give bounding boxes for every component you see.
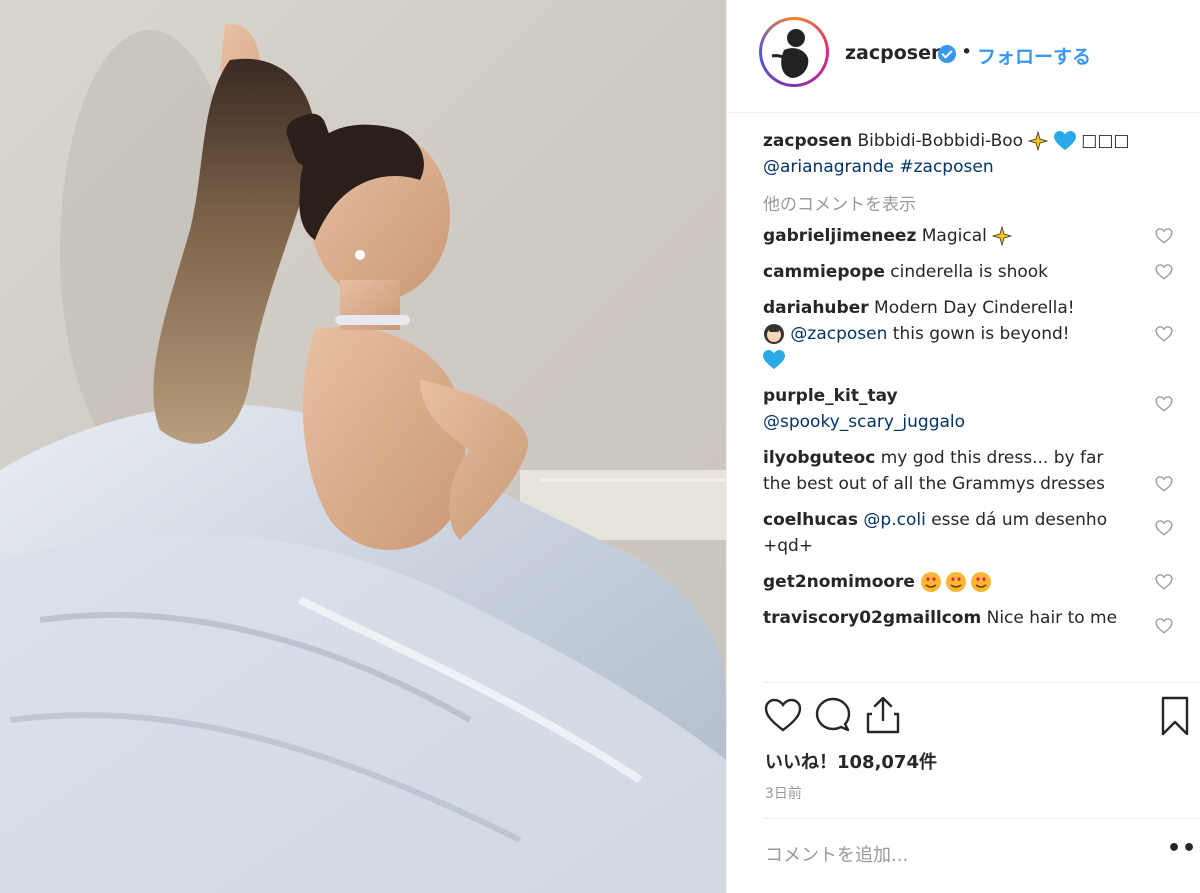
caption-hashtag[interactable]: #zacposen [899, 157, 993, 177]
avatar-illustration-icon [771, 29, 809, 78]
load-more-comments-link[interactable]: 他のコメントを表示 [763, 190, 1173, 215]
comment-row: gabrieljimeneez Magical [763, 223, 1173, 249]
comment-text: Modern Day Cinderella! [874, 298, 1075, 318]
blue-heart-icon [1053, 131, 1076, 150]
sparkles-icon [1028, 131, 1049, 151]
heart-eyes-emoji-icon [921, 572, 992, 592]
comment-text: Nice hair to me [986, 608, 1118, 628]
post-side-panel: zacposen • フォローする zacposen Bibbidi-Bobbi… [726, 0, 1200, 893]
more-options-button[interactable]: ••• [1167, 836, 1200, 861]
comment-row: purple_kit_tay @spooky_scary_juggalo [763, 383, 1173, 435]
heart-icon[interactable] [763, 694, 803, 738]
comment-username[interactable]: dariahuber [763, 298, 869, 318]
like-label: いいね！ [765, 752, 837, 773]
woman-emoji-icon [764, 324, 784, 344]
comment-username[interactable]: gabrieljimeneez [763, 226, 916, 246]
comment-row: dariahuber Modern Day Cinderella! @zacpo… [763, 295, 1173, 373]
post-header: zacposen • フォローする [727, 0, 1200, 113]
add-comment-input[interactable] [765, 842, 1145, 868]
post-photo[interactable] [0, 0, 726, 893]
comments-list[interactable]: zacposen Bibbidi-Bobbidi-Boo □□□ @ariana… [763, 128, 1173, 682]
comment-username[interactable]: traviscory02gmaillcom [763, 608, 981, 628]
comment-like-heart-icon[interactable] [1155, 573, 1173, 591]
verified-badge-icon [938, 45, 956, 63]
avatar[interactable] [759, 17, 829, 87]
caption-trail: □□□ [1081, 131, 1130, 151]
like-count[interactable]: いいね！108,074件 [765, 748, 937, 774]
comment-like-heart-icon[interactable] [1155, 325, 1173, 343]
comment-text: Magical [921, 226, 987, 246]
blue-heart-icon [763, 350, 785, 369]
header-username[interactable]: zacposen [845, 42, 945, 64]
divider [763, 818, 1200, 819]
comment-like-heart-icon[interactable] [1155, 475, 1173, 493]
comment-row: cammiepope cinderella is shook [763, 259, 1173, 285]
post-caption: zacposen Bibbidi-Bobbidi-Boo □□□ @ariana… [763, 128, 1173, 180]
share-icon[interactable] [863, 694, 903, 738]
comment-row: coelhucas @p.coli esse dá um desenho +qd… [763, 507, 1173, 559]
post-actions [763, 694, 1200, 742]
comment-like-heart-icon[interactable] [1155, 227, 1173, 245]
comment-like-heart-icon[interactable] [1155, 617, 1173, 635]
like-count-value: 108,074件 [837, 752, 937, 773]
comment-text-continued: this gown is beyond! [892, 324, 1070, 344]
comment-text: cinderella is shook [890, 262, 1048, 282]
avatar-image [762, 20, 826, 84]
comment-username[interactable]: purple_kit_tay [763, 386, 898, 406]
comment-row: ilyobguteoc my god this dress... by far … [763, 445, 1173, 497]
comment-username[interactable]: ilyobguteoc [763, 448, 875, 468]
bookmark-icon[interactable] [1155, 694, 1195, 738]
caption-mention[interactable]: @arianagrande [763, 157, 894, 177]
comment-like-heart-icon[interactable] [1155, 263, 1173, 281]
sparkles-icon [992, 226, 1013, 246]
comment-username[interactable]: get2nomimoore [763, 572, 915, 592]
comment-mention[interactable]: @p.coli [863, 510, 925, 530]
comment-like-heart-icon[interactable] [1155, 395, 1173, 413]
comment-username[interactable]: coelhucas [763, 510, 858, 530]
divider [763, 682, 1200, 683]
comment-mention[interactable]: @zacposen [790, 324, 887, 344]
comment-username[interactable]: cammiepope [763, 262, 885, 282]
comment-mention[interactable]: @spooky_scary_juggalo [763, 412, 965, 432]
follow-button[interactable]: フォローする [977, 42, 1091, 69]
caption-username[interactable]: zacposen [763, 131, 852, 151]
photo-illustration [0, 24, 726, 893]
comment-icon[interactable] [813, 694, 853, 738]
header-separator: • [961, 41, 973, 63]
caption-text: Bibbidi-Bobbidi-Boo [857, 131, 1024, 151]
comment-like-heart-icon[interactable] [1155, 519, 1173, 537]
post-date[interactable]: 3日前 [765, 783, 802, 803]
comment-row: traviscory02gmaillcom Nice hair to me [763, 605, 1173, 634]
comment-row: get2nomimoore [763, 569, 1173, 595]
